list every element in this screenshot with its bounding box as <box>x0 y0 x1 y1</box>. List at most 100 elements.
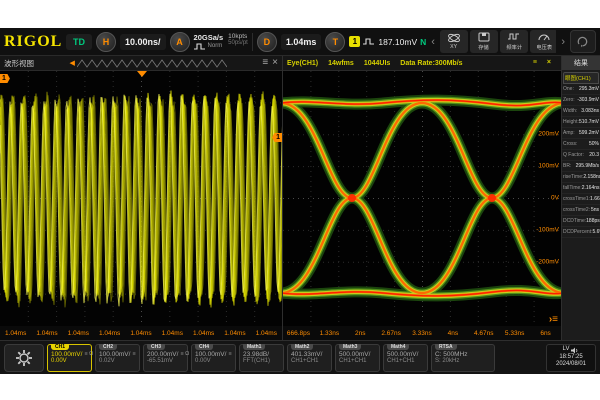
toolbar-button-storage[interactable]: 存储 <box>470 30 498 53</box>
toolbar-button-freq-counter[interactable]: 频率计 <box>500 30 528 53</box>
result-value: 188ps <box>586 218 600 224</box>
eye-time-axis: 666.8ps1.33ns2ns2.67ns3.33ns4ns4.67ns5.3… <box>283 326 561 340</box>
voltmeter-icon <box>537 32 551 42</box>
settings-button[interactable] <box>4 344 44 372</box>
oscilloscope-app: RIGOL TD H 10.00ns/ A 20GSa/s Norm 10kpt… <box>0 28 600 374</box>
function-toolbar: XY存储频率计电压表眼图解码波形录制 <box>440 30 556 53</box>
result-label: fallTime: <box>563 185 582 191</box>
expand-menu-icon[interactable]: ›≡ <box>549 314 558 325</box>
axis-tick-label: 4.67ns <box>468 330 499 337</box>
delay-knob[interactable]: D <box>257 32 277 52</box>
axis-tick-label: 1.04ms <box>63 330 94 337</box>
axis-tick-label: 1.04ms <box>31 330 62 337</box>
acquire-knob[interactable]: A <box>170 32 190 52</box>
result-value: 50% <box>589 141 599 147</box>
menu-icon[interactable]: ≡ <box>262 58 268 68</box>
trigger-status-badge[interactable]: TD <box>66 34 92 50</box>
axis-tick-label: 6ns <box>530 330 561 337</box>
math-box-math4[interactable]: Math4500.00mV/CH1+CH1 <box>383 344 428 372</box>
axis-tick-label: 1.33ns <box>314 330 345 337</box>
results-tab-eye-ch1[interactable]: 眼图(CH1) <box>563 72 599 84</box>
refresh-icon-button[interactable] <box>570 30 596 53</box>
waveform-display[interactable]: 1 1 <box>0 71 282 326</box>
result-value: 5ns <box>591 207 599 213</box>
result-label: riseTime: <box>563 174 583 180</box>
acquire-mode-label: Norm <box>208 43 223 49</box>
math-box-math3[interactable]: Math3500.00mV/CH1+CH1 <box>335 344 380 372</box>
screenshot: RIGOL TD H 10.00ns/ A 20GSa/s Norm 10kpt… <box>0 0 600 400</box>
toolbar-button-xy[interactable]: XY <box>440 30 468 53</box>
math-box-math2[interactable]: Math2401.33mV/CH1+CH1 <box>287 344 332 372</box>
menu-icon[interactable]: ≡ <box>533 58 537 68</box>
results-panel: 结果 眼图(CH1) One:295.3mVZero:-303.9mVWidth… <box>562 56 600 340</box>
axis-tick-label: 1.04ms <box>219 330 250 337</box>
toolbar-button-label: 频率计 <box>506 43 522 51</box>
eye-uis-count: 1044UIs <box>364 60 390 67</box>
delay-value[interactable]: 1.04ms <box>281 34 322 50</box>
acquire-mode-icon <box>194 42 206 51</box>
result-label: Amp: <box>563 130 575 136</box>
box-line2: 0.00V <box>195 358 232 364</box>
toolbar-button-label: 电压表 <box>536 43 552 51</box>
channel-boxes: CH1100.00mV/≡ Ω0.00VCH2100.00mV/≡0.02VCH… <box>47 344 495 372</box>
eye-diagram-display[interactable]: 200mV100mV0V-100mV-200mV ›≡ <box>283 71 561 326</box>
waveform-overview-strip[interactable]: ◀ <box>38 59 258 68</box>
rtsa-box[interactable]: RTSAC: 500MHzS: 20kHz <box>431 344 495 372</box>
box-line2: CH1+CH1 <box>291 358 328 364</box>
result-row: Width: 3.083ns <box>562 106 600 117</box>
axis-tick-label: 1.04ms <box>94 330 125 337</box>
box-line1: 23.98dB/ <box>243 351 280 358</box>
top-toolbar: RIGOL TD H 10.00ns/ A 20GSa/s Norm 10kpt… <box>0 28 600 56</box>
toolbar-button-label: XY <box>450 44 457 50</box>
box-tab-label: Math3 <box>339 344 361 350</box>
box-line2: -65.51mV <box>147 358 184 364</box>
result-row: Q Factor: 20.3 <box>562 150 600 161</box>
memory-depth-value: 10kpts <box>228 33 248 40</box>
bottom-status-bar: CH1100.00mV/≡ Ω0.00VCH2100.00mV/≡0.02VCH… <box>0 340 600 374</box>
result-value: 1.66ns <box>590 196 600 202</box>
horizontal-scale-value[interactable]: 10.00ns/ <box>120 34 166 50</box>
close-icon[interactable]: × <box>547 58 551 68</box>
box-line1: 100.00mV/≡ <box>99 351 136 358</box>
trigger-position-marker[interactable] <box>137 71 147 77</box>
box-tab-label: RTSA <box>435 344 457 350</box>
channel-option-icons: ≡ <box>132 351 135 357</box>
channel-box-ch2[interactable]: CH2100.00mV/≡0.02V <box>95 344 140 372</box>
sound-icon <box>571 347 579 354</box>
axis-tick-label: 1.04ms <box>0 330 31 337</box>
trigger-knob[interactable]: T <box>325 32 345 52</box>
channel-box-ch4[interactable]: CH4100.00mV/≡0.00V <box>191 344 236 372</box>
result-value: 5.6% <box>592 229 600 235</box>
trigger-coupling-badge: N <box>420 37 426 47</box>
acquisition-info[interactable]: 20GSa/s Norm 10kpts 50ps/pt <box>194 33 253 51</box>
result-label: Height: <box>563 119 579 125</box>
toolbar-scroll-right[interactable]: › <box>560 36 566 48</box>
result-label: crossTime2: <box>563 207 590 213</box>
clock[interactable]: LV 18:57:25 2024/08/01 <box>546 344 596 372</box>
channel-option-icons: ≡ Ω <box>180 351 189 357</box>
channel-box-ch1[interactable]: CH1100.00mV/≡ Ω0.00V <box>47 344 92 372</box>
waveform-view-panel: 波形视图 ◀ ≡ × 1 1 1. <box>0 56 283 340</box>
result-label: DCDPercent: <box>563 229 592 235</box>
result-label: Width: <box>563 108 577 114</box>
result-value: 3.083ns <box>581 108 599 114</box>
box-line1: 100.00mV/≡ <box>195 351 232 358</box>
box-tab-label: Math1 <box>243 344 265 350</box>
result-value: 2.158ns <box>583 174 600 180</box>
storage-icon <box>477 32 491 42</box>
box-line2: CH1+CH1 <box>339 358 376 364</box>
rigol-logo: RIGOL <box>4 33 62 51</box>
math-box-math1[interactable]: Math123.98dB/FFT(CH1) <box>239 344 284 372</box>
result-row: fallTime:2.164ns <box>562 183 600 194</box>
toolbar-button-label: 存储 <box>479 43 489 51</box>
horizontal-knob[interactable]: H <box>96 32 116 52</box>
box-line2: 0.02V <box>99 358 136 364</box>
channel-box-ch3[interactable]: CH3200.00mV/≡ Ω-65.51mV <box>143 344 188 372</box>
result-label: Q Factor: <box>563 152 584 158</box>
result-value: 20.3 <box>589 152 599 158</box>
toolbar-scroll-left[interactable]: ‹ <box>430 36 436 48</box>
toolbar-button-voltmeter[interactable]: 电压表 <box>530 30 556 53</box>
trigger-level-value: 187.10mV <box>378 37 417 47</box>
close-icon[interactable]: × <box>272 58 278 68</box>
trigger-info[interactable]: 1 187.10mV N <box>349 36 426 47</box>
